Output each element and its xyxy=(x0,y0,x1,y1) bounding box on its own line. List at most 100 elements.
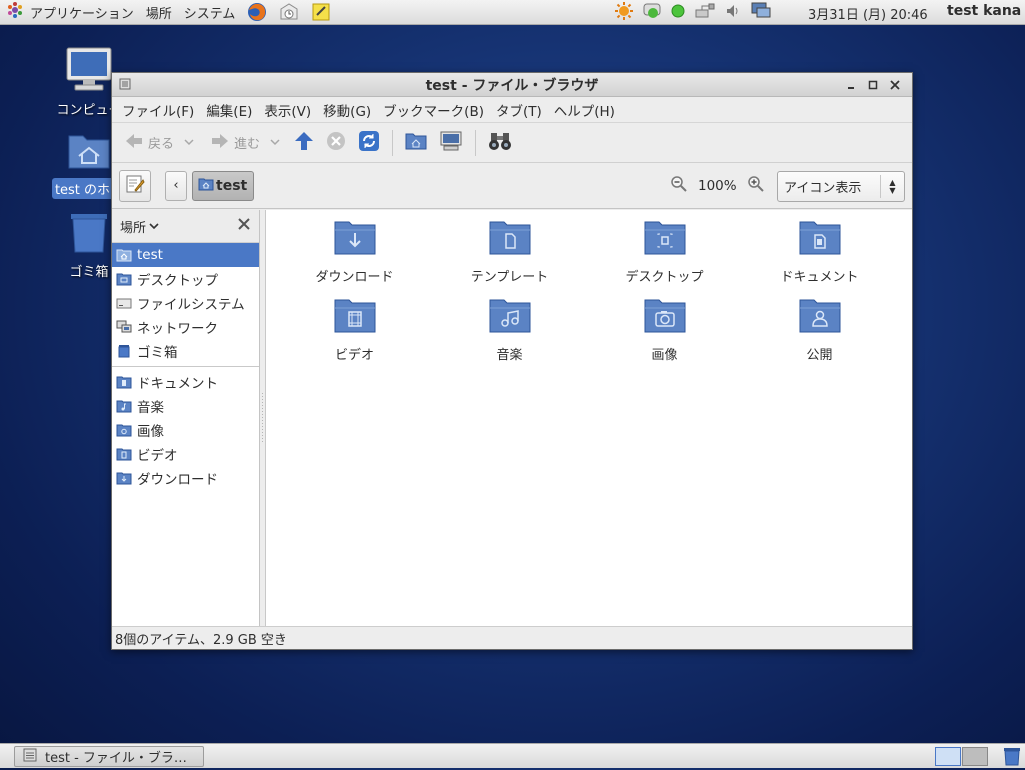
status-text: 8個のアイテム、2.9 GB 空き xyxy=(115,632,287,648)
videos-folder-icon xyxy=(116,447,132,461)
toolbar-separator xyxy=(475,129,477,156)
file-item[interactable]: 公開 xyxy=(742,296,897,366)
view-mode-select[interactable]: アイコン表示 ▲ ▼ xyxy=(777,171,905,202)
forward-arrow-icon xyxy=(210,132,230,154)
trash-icon xyxy=(116,344,132,358)
forward-button[interactable]: 進む xyxy=(206,127,284,159)
notes-launcher-icon[interactable] xyxy=(309,0,333,24)
file-item[interactable]: 画像 xyxy=(587,296,742,366)
binoculars-icon xyxy=(488,131,512,155)
home-icon xyxy=(198,177,214,195)
online-status-icon[interactable] xyxy=(670,3,686,23)
search-button[interactable] xyxy=(484,127,516,159)
chat-status-icon[interactable] xyxy=(642,2,662,24)
workspace-2[interactable] xyxy=(962,747,988,766)
drive-icon xyxy=(116,296,132,310)
breadcrumb-current[interactable]: test xyxy=(192,170,255,201)
file-item-label: デスクトップ xyxy=(625,270,704,285)
sidebar-item-home[interactable]: test xyxy=(112,243,259,267)
menu-help[interactable]: ヘルプ(H) xyxy=(548,100,621,120)
forward-dropdown-icon[interactable] xyxy=(270,135,280,150)
sidebar-item-label: ダウンロード xyxy=(137,472,218,488)
home-button[interactable] xyxy=(401,127,431,159)
edit-location-icon xyxy=(125,174,145,198)
workspace-1[interactable] xyxy=(935,747,961,766)
file-item[interactable]: ビデオ xyxy=(277,296,432,366)
window-titlebar[interactable]: test - ファイル・ブラウザ xyxy=(112,73,912,97)
menu-view[interactable]: 表示(V) xyxy=(258,100,317,120)
reload-button[interactable] xyxy=(354,127,384,159)
window-title: test - ファイル・ブラウザ xyxy=(425,77,599,94)
zoom-level[interactable]: 100% xyxy=(698,178,737,194)
taskbar-window-button[interactable]: test - ファイル・ブラ… xyxy=(14,746,204,767)
update-notifier-icon[interactable] xyxy=(614,1,634,25)
firefox-launcher-icon[interactable] xyxy=(245,0,269,24)
computer-button[interactable] xyxy=(435,127,467,159)
sidebar-item-label: ゴミ箱 xyxy=(137,345,178,361)
menubar: ファイル(F) 編集(E) 表示(V) 移動(G) ブックマーク(B) タブ(T… xyxy=(112,97,912,123)
network-wired-icon[interactable] xyxy=(694,2,716,24)
menu-bookmarks[interactable]: ブックマーク(B) xyxy=(377,100,490,120)
file-item[interactable]: ドキュメント xyxy=(742,218,897,288)
maximize-button[interactable] xyxy=(862,75,884,95)
clock[interactable]: 3月31日 (月) 20:46 xyxy=(808,4,928,23)
file-item[interactable]: デスクトップ xyxy=(587,218,742,288)
sidebar-item-desktop[interactable]: デスクトップ xyxy=(112,267,259,291)
system-menu[interactable]: システム xyxy=(178,0,242,25)
system-menu-label: システム xyxy=(183,6,236,22)
back-dropdown-icon[interactable] xyxy=(184,135,194,150)
sidebar-separator xyxy=(112,366,259,367)
user-menu[interactable]: test kana xyxy=(947,3,1021,19)
up-button[interactable] xyxy=(290,127,318,159)
public-folder-icon xyxy=(798,296,842,338)
file-item-label: 音楽 xyxy=(496,348,523,363)
applications-menu[interactable]: アプリケーション xyxy=(0,0,140,25)
file-item-label: 公開 xyxy=(806,348,833,363)
sidebar-item-music[interactable]: 音楽 xyxy=(112,394,259,418)
sidebar-item-downloads[interactable]: ダウンロード xyxy=(112,466,259,490)
display-monitor-icon[interactable] xyxy=(750,1,772,25)
icon-grid: ダウンロード テンプレート デスクトップ ドキュメント ビデオ 音楽 画像 公開 xyxy=(266,218,912,366)
minimize-button[interactable] xyxy=(840,75,862,95)
menu-go[interactable]: 移動(G) xyxy=(317,100,377,120)
sidebar-item-network[interactable]: ネットワーク xyxy=(112,315,259,339)
computer-icon xyxy=(439,131,463,155)
zoom-in-icon[interactable] xyxy=(747,175,765,197)
sidebar-item-documents[interactable]: ドキュメント xyxy=(112,370,259,394)
places-menu[interactable]: 場所 xyxy=(140,0,178,25)
path-back-button[interactable]: ‹ xyxy=(165,170,187,201)
mail-clock-launcher-icon[interactable] xyxy=(277,0,301,24)
toggle-location-entry-button[interactable] xyxy=(119,169,151,202)
pictures-folder-icon xyxy=(643,296,687,338)
sidebar-item-label: ファイルシステム xyxy=(137,297,245,313)
back-button[interactable]: 戻る xyxy=(120,127,198,159)
system-tray xyxy=(610,0,776,25)
trash-applet-icon[interactable] xyxy=(1002,747,1022,770)
window-menu-icon[interactable] xyxy=(119,78,131,94)
volume-icon[interactable] xyxy=(724,2,742,24)
documents-folder-icon xyxy=(116,375,132,389)
sidebar-header[interactable]: 場所 xyxy=(112,210,259,243)
stop-button[interactable] xyxy=(322,127,350,159)
sidebar-item-trash[interactable]: ゴミ箱 xyxy=(112,339,259,363)
file-item[interactable]: テンプレート xyxy=(432,218,587,288)
sidebar-item-filesystem[interactable]: ファイルシステム xyxy=(112,291,259,315)
sidebar-close-icon[interactable] xyxy=(237,217,251,235)
menu-file[interactable]: ファイル(F) xyxy=(116,100,200,120)
computer-icon xyxy=(65,47,113,96)
videos-folder-icon xyxy=(333,296,377,338)
close-button[interactable] xyxy=(884,75,906,95)
menu-tabs[interactable]: タブ(T) xyxy=(490,100,548,120)
sidebar-item-videos[interactable]: ビデオ xyxy=(112,442,259,466)
forward-label: 進む xyxy=(234,137,261,152)
sidebar-item-label: 音楽 xyxy=(137,400,164,416)
sidebar-item-label: ドキュメント xyxy=(137,376,218,392)
desktop-folder-icon xyxy=(116,272,132,286)
location-bar: ‹ test 100% アイコン表示 ▲ ▼ xyxy=(112,163,912,209)
file-item[interactable]: 音楽 xyxy=(432,296,587,366)
zoom-out-icon[interactable] xyxy=(670,175,688,197)
menu-edit[interactable]: 編集(E) xyxy=(200,100,258,120)
sidebar-item-pictures[interactable]: 画像 xyxy=(112,418,259,442)
sidebar-item-label: test xyxy=(137,247,163,263)
file-item[interactable]: ダウンロード xyxy=(277,218,432,288)
